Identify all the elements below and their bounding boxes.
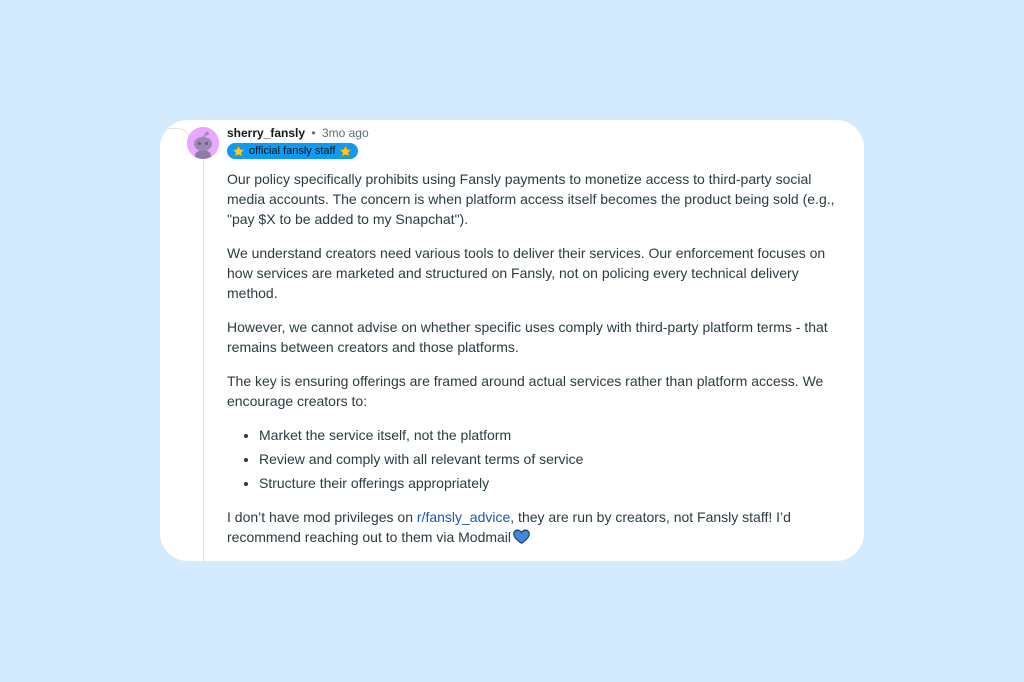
comment-paragraph: Our policy specifically prohibits using … xyxy=(227,171,835,227)
snoo-avatar-icon xyxy=(187,127,219,159)
subreddit-link[interactable]: r/fansly_advice xyxy=(417,509,510,525)
blue-heart-icon xyxy=(513,529,530,544)
closing-text-start: I don’t have mod privileges on xyxy=(227,509,417,525)
avatar[interactable] xyxy=(187,127,219,159)
comment-paragraph: The key is ensuring offerings are framed… xyxy=(227,373,824,409)
comment-card: sherry_fansly • 3mo ago official fansly … xyxy=(160,120,864,561)
list-item: Structure their offerings appropriately xyxy=(259,473,837,493)
meta-separator: • xyxy=(311,126,316,140)
comment-paragraph: We understand creators need various tool… xyxy=(227,245,826,301)
list-item: Market the service itself, not the platf… xyxy=(259,425,837,445)
user-flair: official fansly staff xyxy=(227,143,359,159)
list-item: Review and comply with all relevant term… xyxy=(259,449,837,469)
star-icon xyxy=(232,144,245,158)
star-icon xyxy=(339,144,353,158)
comment-closing: I don’t have mod privileges on r/fansly_… xyxy=(227,507,837,547)
comment-paragraph: However, we cannot advise on whether spe… xyxy=(227,319,828,355)
flair-text: official fansly staff xyxy=(249,145,336,157)
comment-body: Our policy specifically prohibits using … xyxy=(227,169,837,561)
bullet-list: Market the service itself, not the platf… xyxy=(227,425,837,493)
username-link[interactable]: sherry_fansly xyxy=(227,126,305,140)
timestamp[interactable]: 3mo ago xyxy=(322,126,369,140)
thread-line[interactable] xyxy=(203,160,204,561)
comment-meta: sherry_fansly • 3mo ago xyxy=(227,126,369,141)
